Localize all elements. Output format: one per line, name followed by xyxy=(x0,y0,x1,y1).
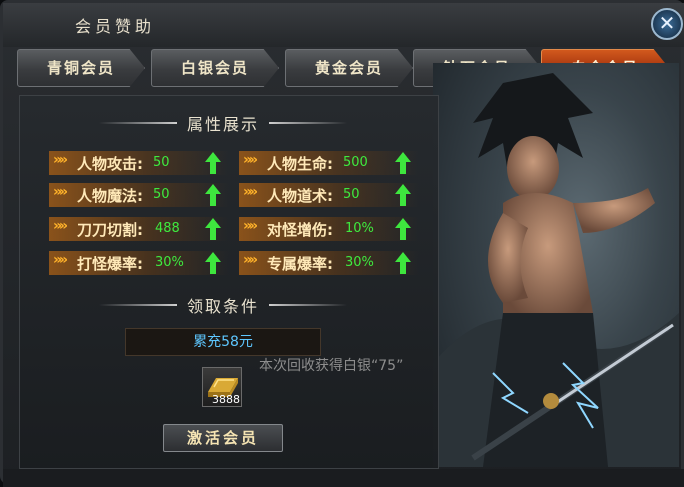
attr-name: 打怪爆率: xyxy=(77,255,143,273)
attr-name: 人物道术: xyxy=(267,187,333,205)
attr-value: 50 xyxy=(153,187,170,202)
attr-row: »» 人物攻击: 50 xyxy=(49,151,229,175)
attr-row: »» 专属爆率: 30% xyxy=(239,251,419,275)
window-title: 会员赞助 xyxy=(75,17,156,36)
up-arrow-icon xyxy=(205,152,221,174)
up-arrow-icon xyxy=(205,252,221,274)
tab-silver[interactable]: 白银会员 xyxy=(151,49,279,87)
double-chevron-icon: »» xyxy=(53,184,68,200)
close-icon: ✕ xyxy=(658,11,676,35)
attr-value: 50 xyxy=(343,187,360,202)
up-arrow-icon xyxy=(395,184,411,206)
tab-bronze[interactable]: 青铜会员 xyxy=(17,49,145,87)
attributes-heading: 属性展示 xyxy=(99,111,347,135)
attr-value: 500 xyxy=(343,155,368,170)
double-chevron-icon: »» xyxy=(243,152,258,168)
attr-row: »» 人物魔法: 50 xyxy=(49,183,229,207)
sponsor-window: 会员赞助 ✕ 青铜会员 白银会员 黄金会员 钻石会员 白金会员 xyxy=(0,0,684,487)
recycle-tooltip: 本次回收获得白银“75” xyxy=(259,358,404,374)
up-arrow-icon xyxy=(205,218,221,240)
attr-row: »» 人物道术: 50 xyxy=(239,183,419,207)
attr-row: »» 打怪爆率: 30% xyxy=(49,251,229,275)
reward-quantity: 3888 xyxy=(212,393,240,406)
attributes-heading-text: 属性展示 xyxy=(186,115,259,134)
attr-value: 10% xyxy=(345,221,374,236)
double-chevron-icon: »» xyxy=(243,184,258,200)
activate-member-button[interactable]: 激活会员 xyxy=(163,424,283,452)
conditions-heading: 领取条件 xyxy=(99,293,347,317)
close-button[interactable]: ✕ xyxy=(651,8,683,40)
warrior-illustration xyxy=(433,73,679,467)
double-chevron-icon: »» xyxy=(53,218,68,234)
attr-value: 30% xyxy=(345,255,374,270)
up-arrow-icon xyxy=(395,252,411,274)
double-chevron-icon: »» xyxy=(243,252,258,268)
bottom-strip xyxy=(3,469,684,487)
title-bar: 会员赞助 ✕ xyxy=(3,3,684,47)
double-chevron-icon: »» xyxy=(53,252,68,268)
attr-value: 488 xyxy=(155,221,180,236)
attr-row: »» 对怪增伤: 10% xyxy=(239,217,419,241)
attr-name: 人物生命: xyxy=(267,155,333,173)
double-chevron-icon: »» xyxy=(53,152,68,168)
attr-value: 50 xyxy=(153,155,170,170)
attr-value: 30% xyxy=(155,255,184,270)
attr-row: »» 刀刀切割: 488 xyxy=(49,217,229,241)
attr-name: 刀刀切割: xyxy=(77,221,143,239)
attr-name: 专属爆率: xyxy=(267,255,333,273)
up-arrow-icon xyxy=(205,184,221,206)
double-chevron-icon: »» xyxy=(243,218,258,234)
attr-row: »» 人物生命: 500 xyxy=(239,151,419,175)
tab-gold[interactable]: 黄金会员 xyxy=(285,49,413,87)
up-arrow-icon xyxy=(395,218,411,240)
up-arrow-icon xyxy=(395,152,411,174)
conditions-heading-text: 领取条件 xyxy=(186,297,259,316)
hero-portrait xyxy=(433,63,679,467)
reward-item-slot[interactable]: 3888 xyxy=(202,367,242,407)
requirement-box: 累充58元 xyxy=(125,328,321,356)
attr-name: 人物魔法: xyxy=(77,187,143,205)
attr-name: 人物攻击: xyxy=(77,155,143,173)
attr-name: 对怪增伤: xyxy=(267,221,333,239)
